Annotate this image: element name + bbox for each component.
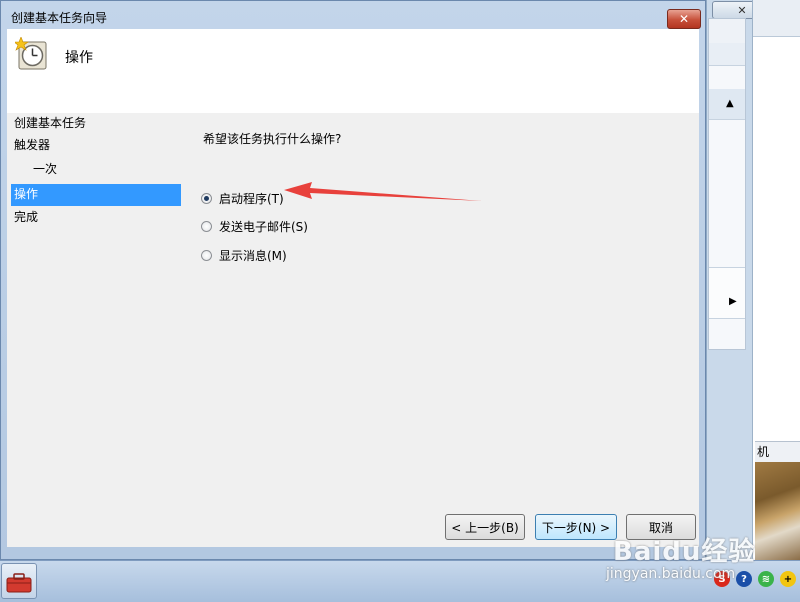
scroll-up-icon[interactable]: ▲ [726, 98, 734, 109]
option-label: 发送电子邮件(S) [219, 219, 308, 234]
window-title: 创建基本任务向导 [11, 11, 108, 25]
panel-bar [709, 43, 745, 66]
radio-send-email[interactable] [201, 220, 212, 232]
add-icon[interactable]: + [780, 571, 796, 587]
toolbox-icon [6, 573, 32, 593]
radio-start-program[interactable] [201, 192, 212, 204]
option-start-program[interactable]: 启动程序(T) [201, 189, 284, 207]
page-title: 操作 [65, 50, 93, 66]
task-scheduler-clock-icon [15, 37, 47, 70]
background-window-panel [708, 18, 746, 350]
nav-step-trigger: 触发器 [14, 138, 51, 152]
action-question: 希望该任务执行什么操作? [203, 132, 342, 146]
background-window-content: 机 [752, 0, 800, 560]
close-button[interactable]: ✕ [667, 9, 701, 29]
panel-bar [709, 19, 745, 44]
nav-step-once: 一次 [33, 162, 58, 176]
option-label: 显示消息(M) [219, 248, 287, 263]
back-button[interactable]: < 上一步(B) [445, 514, 525, 540]
option-label: 启动程序(T) [219, 191, 284, 206]
next-button[interactable]: 下一步(N) > [535, 514, 617, 540]
expand-arrow-icon[interactable]: ▶ [729, 296, 737, 307]
taskbar-app-button[interactable] [1, 563, 37, 599]
help-icon[interactable]: ? [736, 571, 752, 587]
close-icon: ✕ [678, 12, 690, 26]
baidu-watermark: Baidu经验 [613, 537, 756, 567]
nav-step-create-basic-task: 创建基本任务 [14, 116, 87, 130]
option-send-email[interactable]: 发送电子邮件(S) [201, 217, 308, 235]
close-icon: ✕ [737, 3, 747, 17]
nav-step-action: 操作 [11, 184, 181, 206]
nav-step-finish: 完成 [14, 210, 39, 224]
wizard-body: 创建基本任务 触发器 一次 操作 完成 希望该任务执行什么操作? 启动程序(T)… [7, 113, 699, 547]
wifi-icon[interactable]: ≋ [758, 571, 774, 587]
wizard-header: 操作 [7, 29, 699, 113]
background-label: 机 [755, 441, 800, 463]
create-basic-task-wizard: 创建基本任务向导 ✕ 操作 创建基本任务 触发器 一次 操作 完成 希望该任务执… [0, 0, 706, 560]
background-photo [755, 462, 800, 560]
option-display-message[interactable]: 显示消息(M) [201, 246, 287, 264]
radio-display-message[interactable] [201, 249, 212, 261]
panel-bar [709, 267, 745, 319]
background-toolbar [753, 0, 800, 37]
baidu-watermark-url: jingyan.baidu.com [606, 566, 736, 582]
